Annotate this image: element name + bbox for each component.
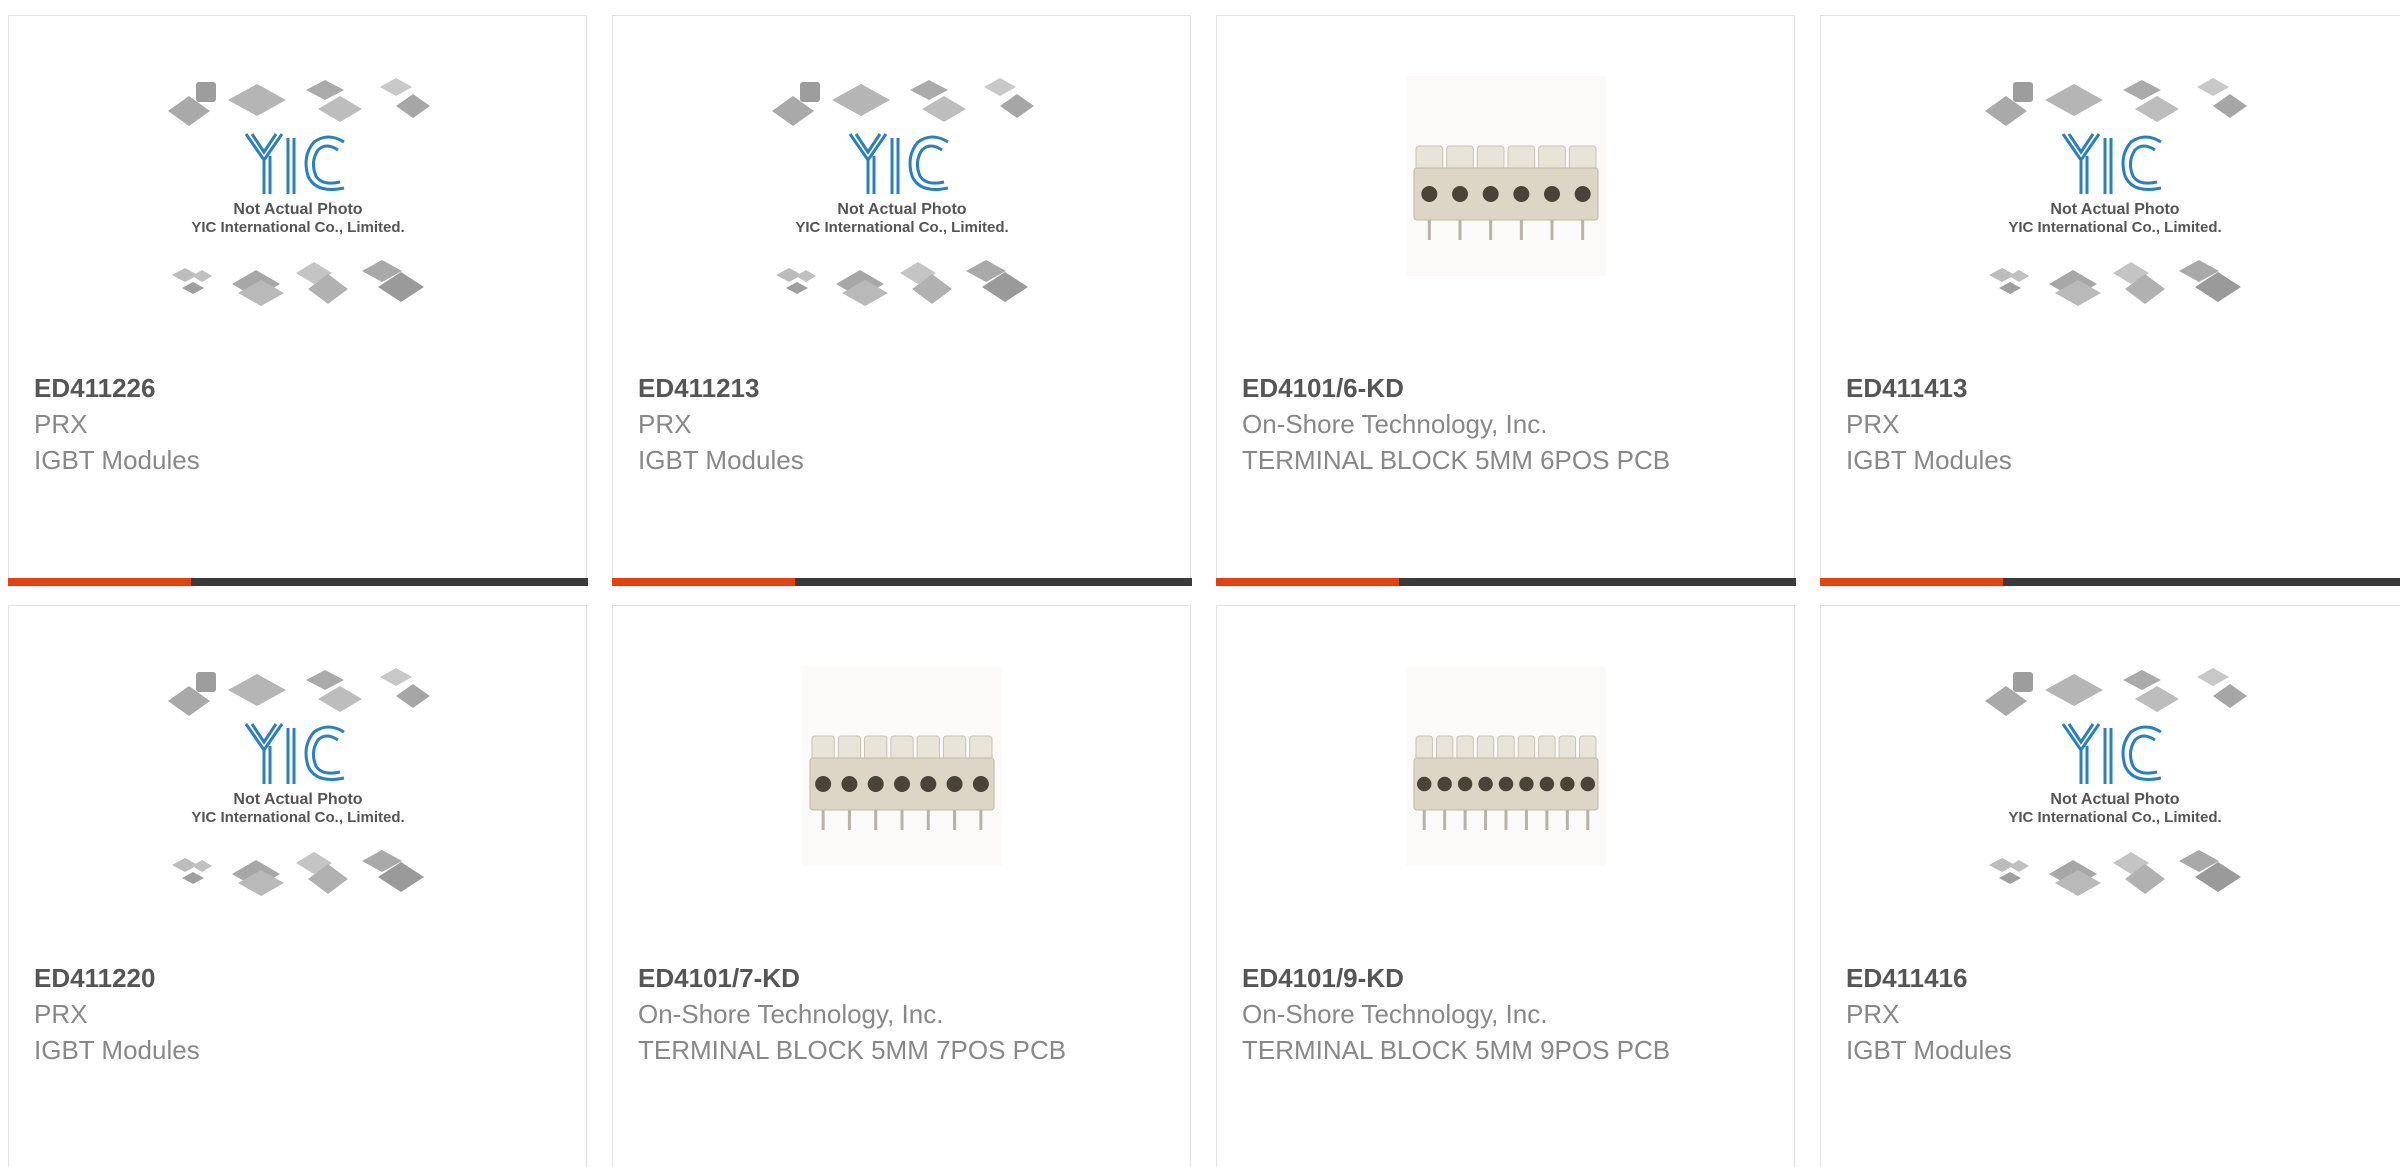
product-card[interactable]: Not Actual Photo YIC International Co., L…: [1819, 15, 2400, 586]
manufacturer: PRX: [1846, 999, 1900, 1029]
part-number-link[interactable]: ED411226: [34, 370, 566, 406]
product-card[interactable]: Not Actual Photo YIC International Co., L…: [611, 15, 1192, 586]
placeholder-caption: Not Actual Photo: [233, 201, 362, 218]
placeholder-caption: Not Actual Photo: [2050, 201, 2179, 218]
placeholder-company: YIC International Co., Limited.: [2008, 809, 2221, 826]
terminal-block-image-icon: [801, 666, 1002, 866]
placeholder-caption: Not Actual Photo: [2050, 791, 2179, 808]
part-number-link[interactable]: ED411416: [1846, 960, 2389, 996]
placeholder-image-icon: Not Actual PhotoYIC International Co., L…: [167, 78, 430, 306]
placeholder-company: YIC International Co., Limited.: [191, 809, 404, 826]
product-card[interactable]: ED4101/6-KD On-Shore Technology, Inc. TE…: [1215, 15, 1796, 586]
card-hover-bar: [7, 577, 588, 586]
product-image[interactable]: [1217, 76, 1794, 316]
description: IGBT Modules: [1846, 445, 2012, 475]
card-hover-bar: [1215, 577, 1796, 586]
terminal-block-image-icon: [1405, 666, 1606, 866]
product-image[interactable]: Not Actual Photo YIC International Co., L…: [613, 76, 1190, 316]
description: TERMINAL BLOCK 5MM 7POS PCB: [638, 1035, 1067, 1065]
description: IGBT Modules: [34, 445, 200, 475]
part-number-link[interactable]: ED411213: [638, 370, 1170, 406]
product-image[interactable]: Not Actual Photo YIC International Co., L…: [1821, 76, 2400, 316]
placeholder-company: YIC International Co., Limited.: [191, 219, 404, 236]
description: IGBT Modules: [638, 445, 804, 475]
placeholder-caption: Not Actual Photo: [837, 201, 966, 218]
placeholder-company: YIC International Co., Limited.: [795, 219, 1008, 236]
product-card[interactable]: Not Actual Photo YIC International Co., L…: [7, 15, 588, 586]
manufacturer: PRX: [34, 409, 88, 439]
manufacturer: PRX: [638, 409, 692, 439]
description: IGBT Modules: [34, 1035, 200, 1065]
product-image[interactable]: [613, 666, 1190, 906]
product-image[interactable]: Not Actual Photo YIC International Co., L…: [9, 76, 586, 316]
manufacturer: On-Shore Technology, Inc.: [638, 999, 944, 1029]
description: TERMINAL BLOCK 5MM 9POS PCB: [1242, 1035, 1671, 1065]
product-card[interactable]: Not Actual Photo YIC International Co., L…: [8, 605, 587, 1167]
card-hover-bar: [1819, 577, 2400, 586]
placeholder-image-icon: Not Actual PhotoYIC International Co., L…: [771, 78, 1034, 306]
part-number-link[interactable]: ED4101/9-KD: [1242, 960, 1774, 996]
description: IGBT Modules: [1846, 1035, 2012, 1065]
description: TERMINAL BLOCK 5MM 6POS PCB: [1242, 445, 1671, 475]
placeholder-caption: Not Actual Photo: [233, 791, 362, 808]
product-card[interactable]: ED4101/9-KD On-Shore Technology, Inc. TE…: [1216, 605, 1795, 1167]
placeholder-image-icon: Not Actual PhotoYIC International Co., L…: [1985, 78, 2247, 306]
card-hover-bar: [611, 577, 1192, 586]
terminal-block-image-icon: [1405, 76, 1606, 276]
part-number-link[interactable]: ED411220: [34, 960, 566, 996]
manufacturer: PRX: [34, 999, 88, 1029]
manufacturer: PRX: [1846, 409, 1900, 439]
placeholder-image-icon: Not Actual PhotoYIC International Co., L…: [167, 668, 430, 896]
product-card[interactable]: ED4101/7-KD On-Shore Technology, Inc. TE…: [612, 605, 1191, 1167]
product-image[interactable]: [1217, 666, 1794, 906]
manufacturer: On-Shore Technology, Inc.: [1242, 409, 1548, 439]
placeholder-company: YIC International Co., Limited.: [2008, 219, 2221, 236]
product-image[interactable]: Not Actual Photo YIC International Co., L…: [9, 666, 586, 906]
product-grid: Not Actual Photo YIC International Co., L…: [0, 0, 2400, 1167]
part-number-link[interactable]: ED411413: [1846, 370, 2389, 406]
part-number-link[interactable]: ED4101/6-KD: [1242, 370, 1774, 406]
manufacturer: On-Shore Technology, Inc.: [1242, 999, 1548, 1029]
part-number-link[interactable]: ED4101/7-KD: [638, 960, 1170, 996]
placeholder-image-icon: Not Actual PhotoYIC International Co., L…: [1985, 668, 2247, 896]
product-image[interactable]: Not Actual Photo YIC International Co., L…: [1821, 666, 2400, 906]
product-card[interactable]: Not Actual Photo YIC International Co., L…: [1820, 605, 2400, 1167]
